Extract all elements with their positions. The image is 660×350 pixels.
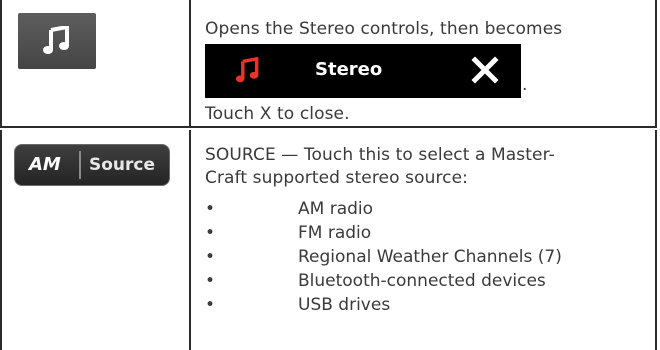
- bullet: •: [205, 271, 216, 291]
- close-x-icon[interactable]: [471, 55, 499, 85]
- music-note-icon: [235, 57, 259, 83]
- bullet: •: [205, 199, 216, 219]
- bullet: •: [205, 247, 216, 267]
- source-label: Source: [89, 155, 156, 175]
- source-button-divider: [79, 151, 81, 179]
- table-border-middle: [189, 130, 191, 350]
- stereo-description-line1: Opens the Stereo controls, then becomes: [205, 19, 563, 39]
- table-border-left: [0, 130, 2, 350]
- bullet: •: [205, 223, 216, 243]
- am-source-button[interactable]: AM Source: [14, 144, 170, 186]
- music-note-icon: [43, 26, 69, 54]
- table-border-right: [655, 130, 657, 350]
- period: .: [522, 75, 528, 95]
- table-border-left: [0, 0, 2, 128]
- stereo-button[interactable]: [18, 13, 96, 69]
- table-border-middle: [189, 0, 191, 128]
- stereo-description-line2: Touch X to close.: [205, 104, 350, 124]
- source-description-line1: SOURCE — Touch this to select a Master-: [205, 145, 555, 165]
- stereo-bar: Stereo: [205, 44, 521, 98]
- bullet: •: [205, 295, 216, 315]
- source-description-line2: Craft supported stereo source:: [205, 168, 468, 188]
- table-border-right: [655, 0, 657, 128]
- table-divider: [0, 126, 657, 128]
- stereo-bar-label: Stereo: [315, 59, 383, 80]
- table-row-source: AM Source SOURCE — Touch this to select …: [0, 130, 657, 350]
- table-row-stereo: Opens the Stereo controls, then becomes …: [0, 0, 657, 128]
- source-am-label: AM: [29, 154, 61, 175]
